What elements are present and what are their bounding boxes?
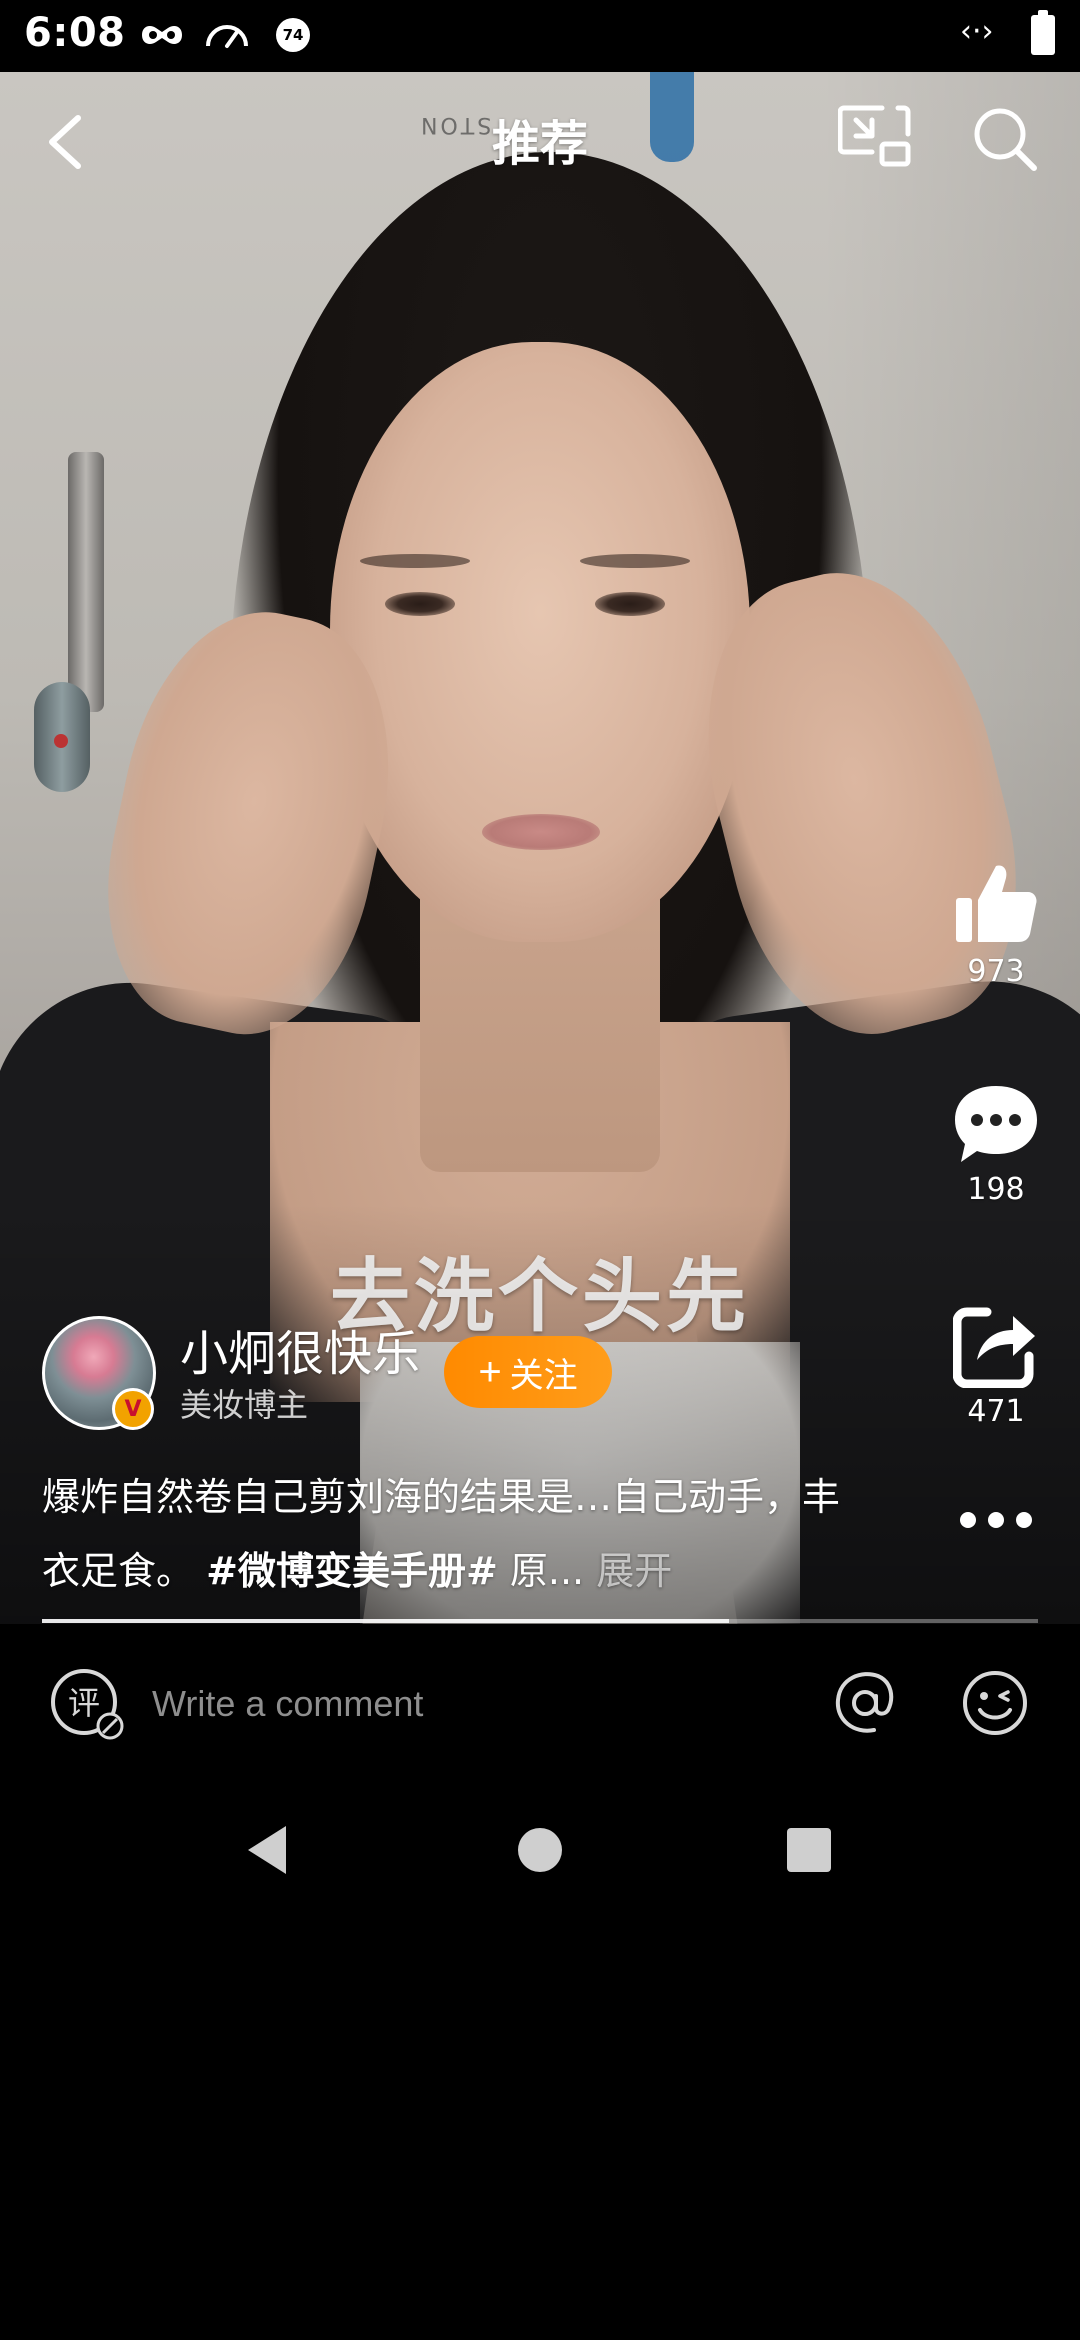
system-recents-icon[interactable] — [787, 1828, 831, 1872]
comment-bar: 评 — [0, 1624, 1080, 1780]
follow-button[interactable]: + 关注 — [444, 1336, 612, 1408]
expand-link[interactable]: 展开 — [596, 1549, 672, 1593]
plus-icon: + — [478, 1350, 502, 1394]
mask-icon — [142, 26, 182, 44]
more-button[interactable] — [950, 1508, 1042, 1532]
like-count: 973 — [967, 954, 1025, 989]
hashtag-link[interactable]: #微博变美手册# — [206, 1549, 498, 1593]
data-transfer-icon: ‹·› — [960, 14, 994, 49]
speech-bubble-icon — [955, 1086, 1037, 1162]
status-time: 6:08 — [24, 10, 126, 56]
author-name[interactable]: 小炯很快乐 — [180, 1314, 420, 1384]
follow-label: 关注 — [509, 1356, 578, 1395]
comment-button[interactable]: 198 — [950, 1082, 1042, 1207]
comment-toggle-icon[interactable]: 评 — [48, 1666, 128, 1742]
video-progress-fill — [42, 1619, 730, 1623]
search-icon[interactable] — [970, 104, 1040, 174]
more-dots-icon — [960, 1512, 1032, 1528]
comment-count: 198 — [967, 1172, 1025, 1207]
share-button[interactable]: 471 — [950, 1302, 1042, 1429]
emoji-icon[interactable] — [960, 1668, 1030, 1738]
notification-badge: 74 — [276, 18, 310, 52]
post-description[interactable]: 爆炸自然卷自己剪刘海的结果是…自己动手，丰衣足食。 #微博变美手册# 原... … — [42, 1460, 862, 1608]
verified-badge-icon: V — [112, 1388, 154, 1430]
video-subject-face — [330, 342, 750, 942]
system-home-icon[interactable] — [518, 1828, 562, 1872]
at-sign-icon[interactable] — [830, 1668, 900, 1738]
share-icon — [953, 1307, 1035, 1388]
status-bar: 6:08 74 ‹·› — [0, 0, 1080, 72]
system-navigation-bar — [0, 1780, 1080, 1920]
comment-input[interactable] — [150, 1676, 790, 1732]
page-title: 推荐 — [491, 116, 588, 172]
author-tag: 美妆博主 — [180, 1386, 309, 1424]
like-button[interactable]: 973 — [950, 860, 1042, 989]
speedometer-icon — [206, 25, 248, 48]
share-count: 471 — [967, 1394, 1025, 1429]
system-back-icon[interactable] — [244, 1824, 290, 1876]
comment-icon-text: 评 — [68, 1684, 100, 1722]
video-progress-bar[interactable] — [42, 1619, 1038, 1623]
description-truncated: 原... — [509, 1549, 585, 1593]
battery-icon — [1031, 10, 1055, 55]
thumbs-up-icon — [956, 865, 1037, 942]
video-subtitle: 去洗个头先 — [330, 1250, 750, 1343]
picture-in-picture-icon[interactable] — [838, 104, 914, 170]
